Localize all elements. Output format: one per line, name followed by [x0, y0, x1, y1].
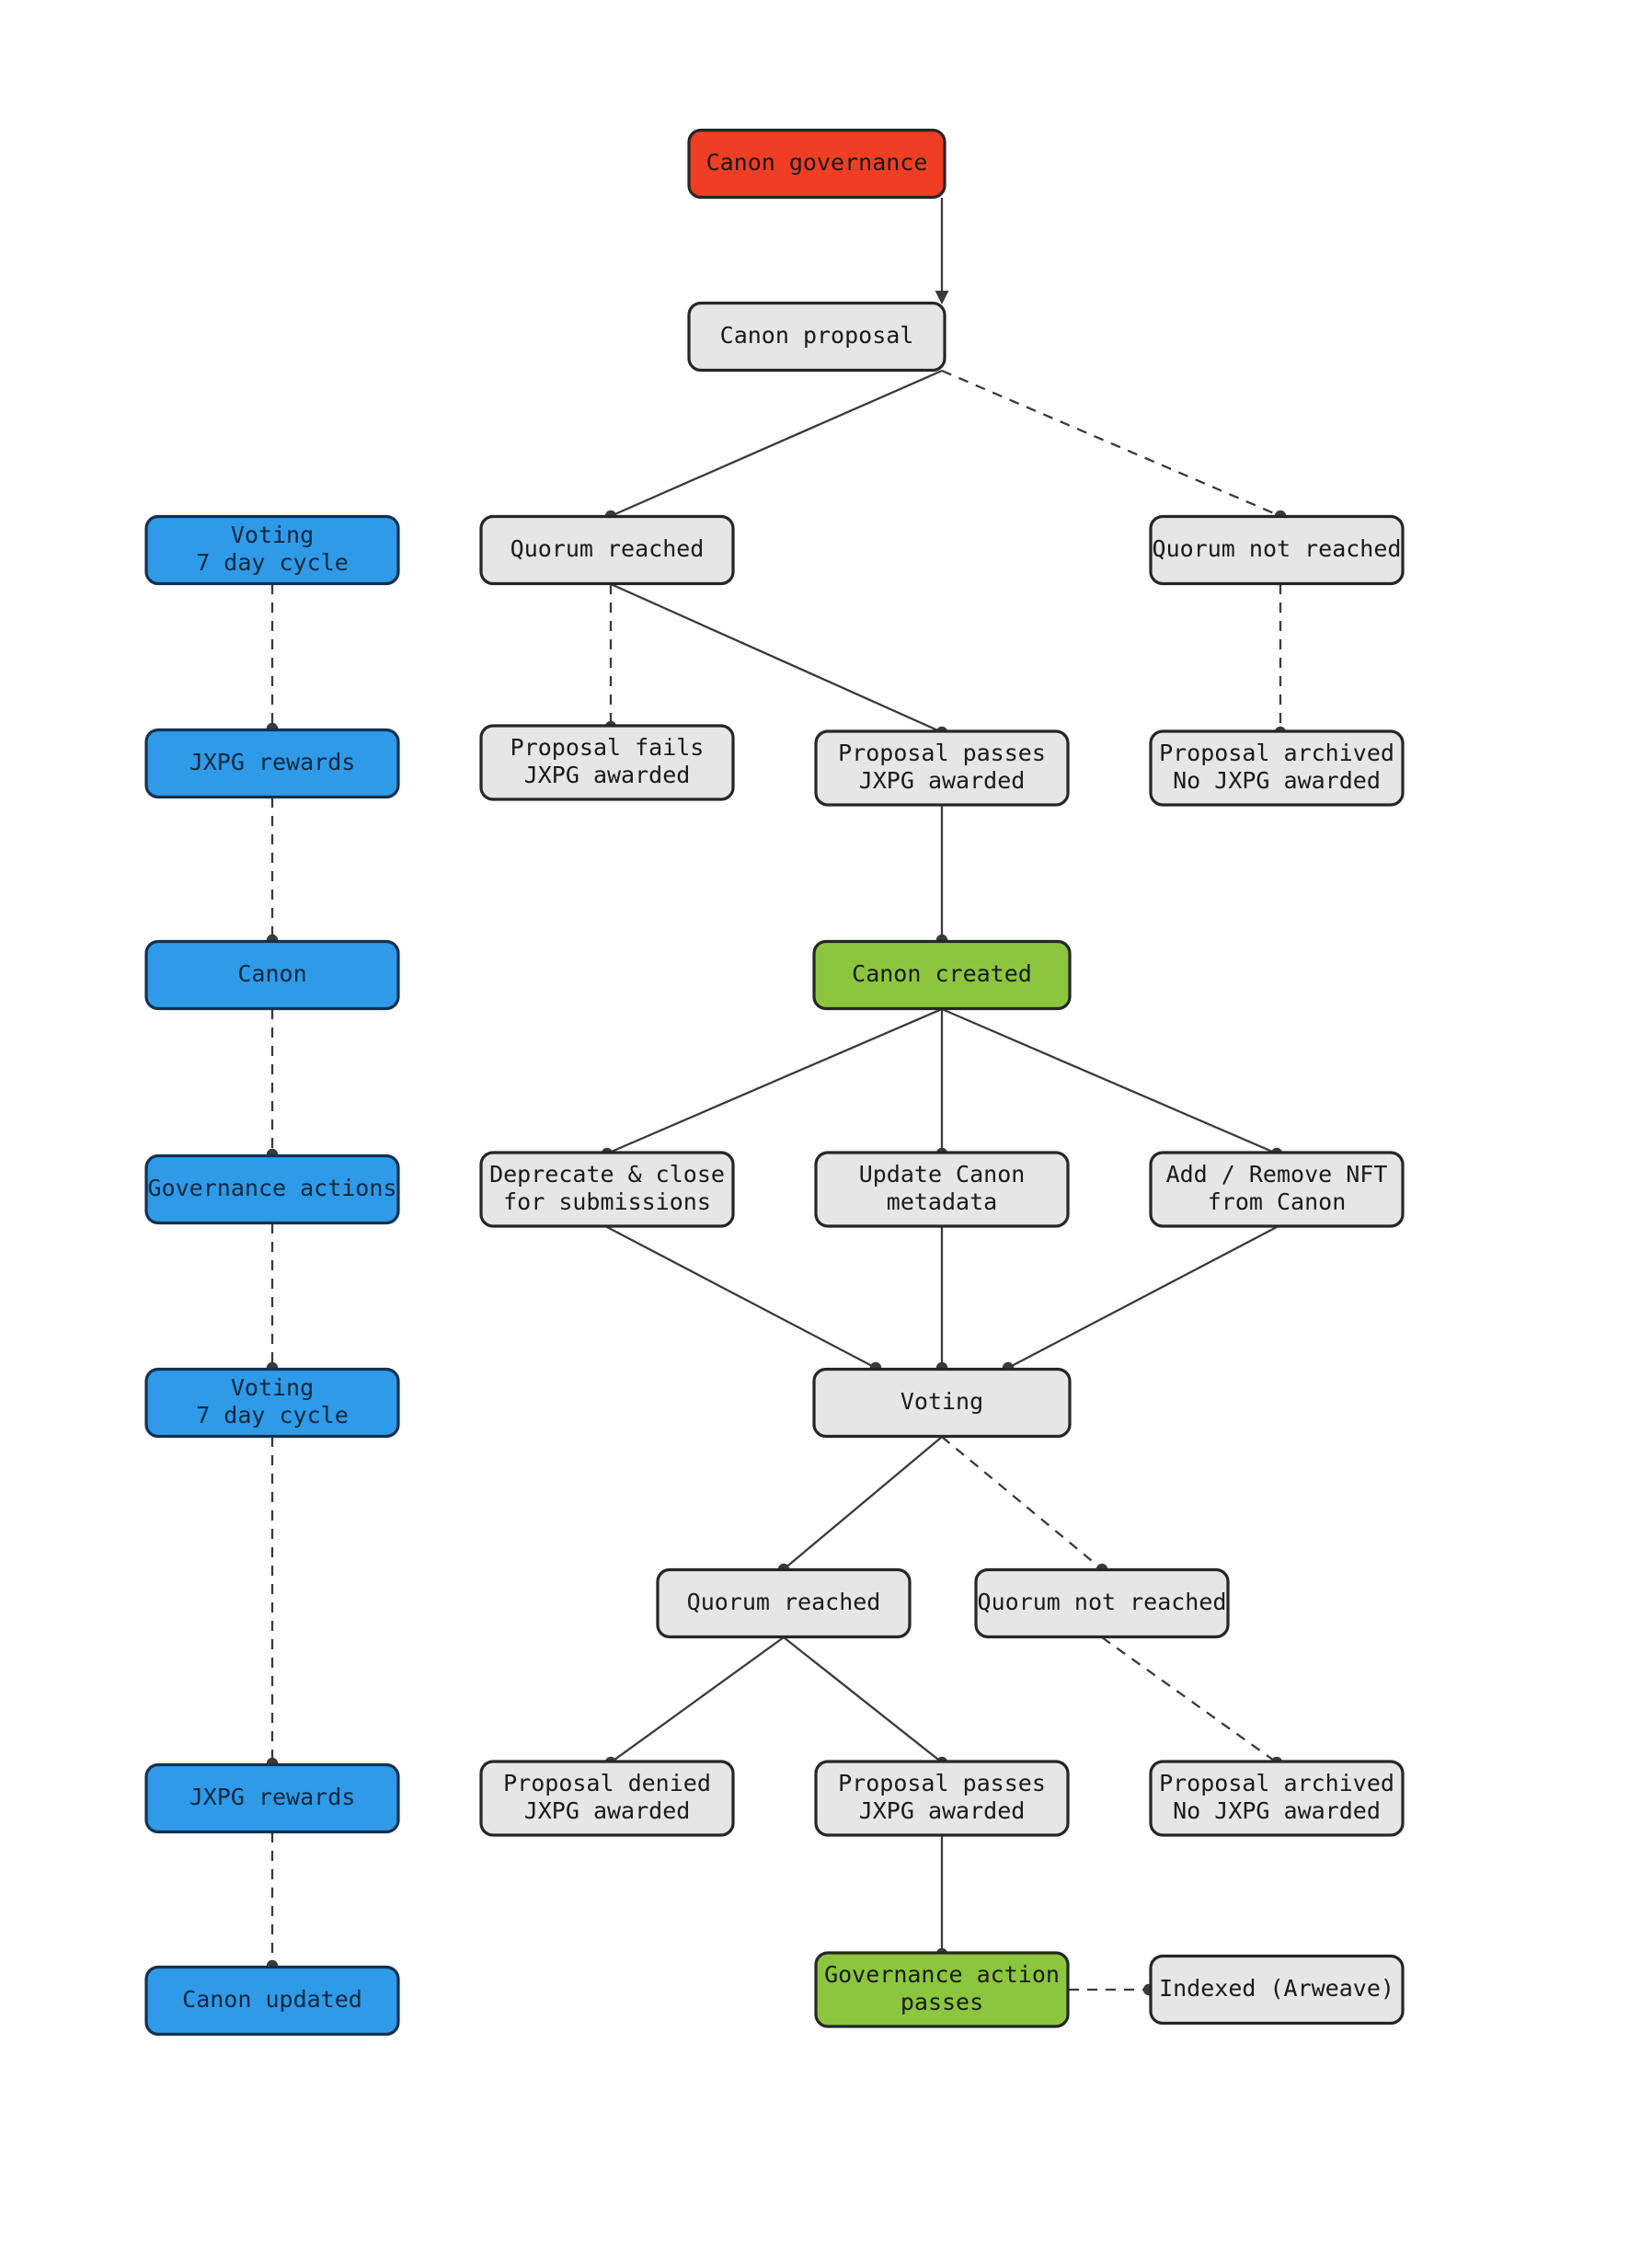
- node-deprecate-close[interactable]: Deprecate & close for submissions: [479, 1151, 735, 1228]
- edge-voting-node-to-quorum-not-reached-2: [941, 1436, 1103, 1570]
- node-label-indexed-arweave: Indexed (Arweave): [1159, 1975, 1394, 2002]
- node-label-quorum-reached-2: Quorum reached: [687, 1589, 881, 1615]
- node-label-proposal-passes-2: Proposal passes JXPG awarded: [838, 1770, 1046, 1824]
- node-label-stage-canon-updated: Canon updated: [182, 1986, 362, 2013]
- node-label-canon-created: Canon created: [852, 960, 1032, 987]
- node-stage-jxpg-1[interactable]: JXPG rewards: [144, 728, 400, 799]
- node-label-proposal-passes-1: Proposal passes JXPG awarded: [838, 740, 1046, 794]
- node-governance-action-passes[interactable]: Governance action passes: [814, 1951, 1070, 2028]
- node-label-quorum-reached-1: Quorum reached: [511, 535, 705, 562]
- edge-voting-node-to-quorum-reached-2: [783, 1436, 943, 1570]
- node-stage-voting-1[interactable]: Voting 7 day cycle: [144, 514, 400, 586]
- node-stage-voting-2[interactable]: Voting 7 day cycle: [144, 1367, 400, 1439]
- node-label-stage-jxpg-1: JXPG rewards: [189, 749, 356, 775]
- node-indexed-arweave[interactable]: Indexed (Arweave): [1149, 1954, 1405, 2026]
- edge-layer: [266, 198, 1287, 1996]
- node-add-remove-nft[interactable]: Add / Remove NFT from Canon: [1149, 1151, 1405, 1228]
- node-stage-canon[interactable]: Canon: [144, 939, 400, 1011]
- node-label-stage-governance: Governance actions: [148, 1175, 397, 1201]
- node-label-proposal-fails: Proposal fails JXPG awarded: [511, 734, 705, 788]
- edge-quorum-not-reached-2-to-proposal-archived-2: [1101, 1636, 1278, 1763]
- node-canon-proposal[interactable]: Canon proposal: [687, 301, 946, 373]
- node-proposal-passes-2[interactable]: Proposal passes JXPG awarded: [814, 1760, 1070, 1837]
- node-stage-jxpg-2[interactable]: JXPG rewards: [144, 1762, 400, 1834]
- node-label-voting-node: Voting: [901, 1388, 983, 1415]
- node-canon-governance[interactable]: Canon governance: [687, 128, 946, 200]
- node-quorum-reached-1[interactable]: Quorum reached: [479, 514, 735, 586]
- node-stage-governance[interactable]: Governance actions: [144, 1153, 400, 1225]
- node-label-proposal-archived-1: Proposal archived No JXPG awarded: [1159, 740, 1394, 794]
- node-label-canon-proposal: Canon proposal: [720, 322, 914, 349]
- edge-canon-created-to-add-remove-nft: [941, 1007, 1278, 1155]
- node-quorum-not-reached-1[interactable]: Quorum not reached: [1149, 514, 1405, 586]
- edge-quorum-reached-2-to-proposal-denied: [610, 1636, 785, 1763]
- node-label-stage-jxpg-2: JXPG rewards: [189, 1784, 356, 1810]
- node-label-deprecate-close: Deprecate & close for submissions: [489, 1161, 725, 1215]
- node-label-quorum-not-reached-2: Quorum not reached: [978, 1589, 1227, 1615]
- canon-governance-flowchart: Canon governance Canon proposal Quorum rea…: [144, 128, 1405, 2037]
- edge-quorum-reached-1-to-proposal-passes-1: [610, 582, 943, 734]
- node-label-canon-governance: Canon governance: [706, 149, 928, 176]
- node-update-metadata[interactable]: Update Canon metadata: [814, 1151, 1070, 1228]
- edge-add-remove-nft-to-voting-node: [1007, 1225, 1278, 1370]
- node-stage-canon-updated[interactable]: Canon updated: [144, 1965, 400, 2037]
- node-canon-created[interactable]: Canon created: [812, 939, 1072, 1011]
- node-proposal-archived-2[interactable]: Proposal archived No JXPG awarded: [1149, 1760, 1405, 1837]
- node-voting-node[interactable]: Voting: [812, 1367, 1072, 1439]
- edge-canon-proposal-to-quorum-not-reached-1: [941, 369, 1281, 518]
- node-label-proposal-denied: Proposal denied JXPG awarded: [503, 1770, 711, 1824]
- node-label-proposal-archived-2: Proposal archived No JXPG awarded: [1159, 1770, 1394, 1824]
- node-proposal-denied[interactable]: Proposal denied JXPG awarded: [479, 1760, 735, 1837]
- node-proposal-passes-1[interactable]: Proposal passes JXPG awarded: [814, 729, 1070, 807]
- node-proposal-fails[interactable]: Proposal fails JXPG awarded: [479, 724, 735, 801]
- node-label-stage-canon: Canon: [237, 960, 306, 987]
- node-proposal-archived-1[interactable]: Proposal archived No JXPG awarded: [1149, 729, 1405, 807]
- edge-quorum-reached-2-to-proposal-passes-2: [783, 1636, 943, 1763]
- node-quorum-reached-2[interactable]: Quorum reached: [656, 1567, 912, 1639]
- node-quorum-not-reached-2[interactable]: Quorum not reached: [974, 1567, 1230, 1639]
- edge-canon-created-to-deprecate-close: [606, 1007, 943, 1155]
- edge-deprecate-close-to-voting-node: [606, 1225, 877, 1370]
- node-label-quorum-not-reached-1: Quorum not reached: [1153, 535, 1402, 562]
- edge-canon-proposal-to-quorum-reached-1: [610, 369, 943, 518]
